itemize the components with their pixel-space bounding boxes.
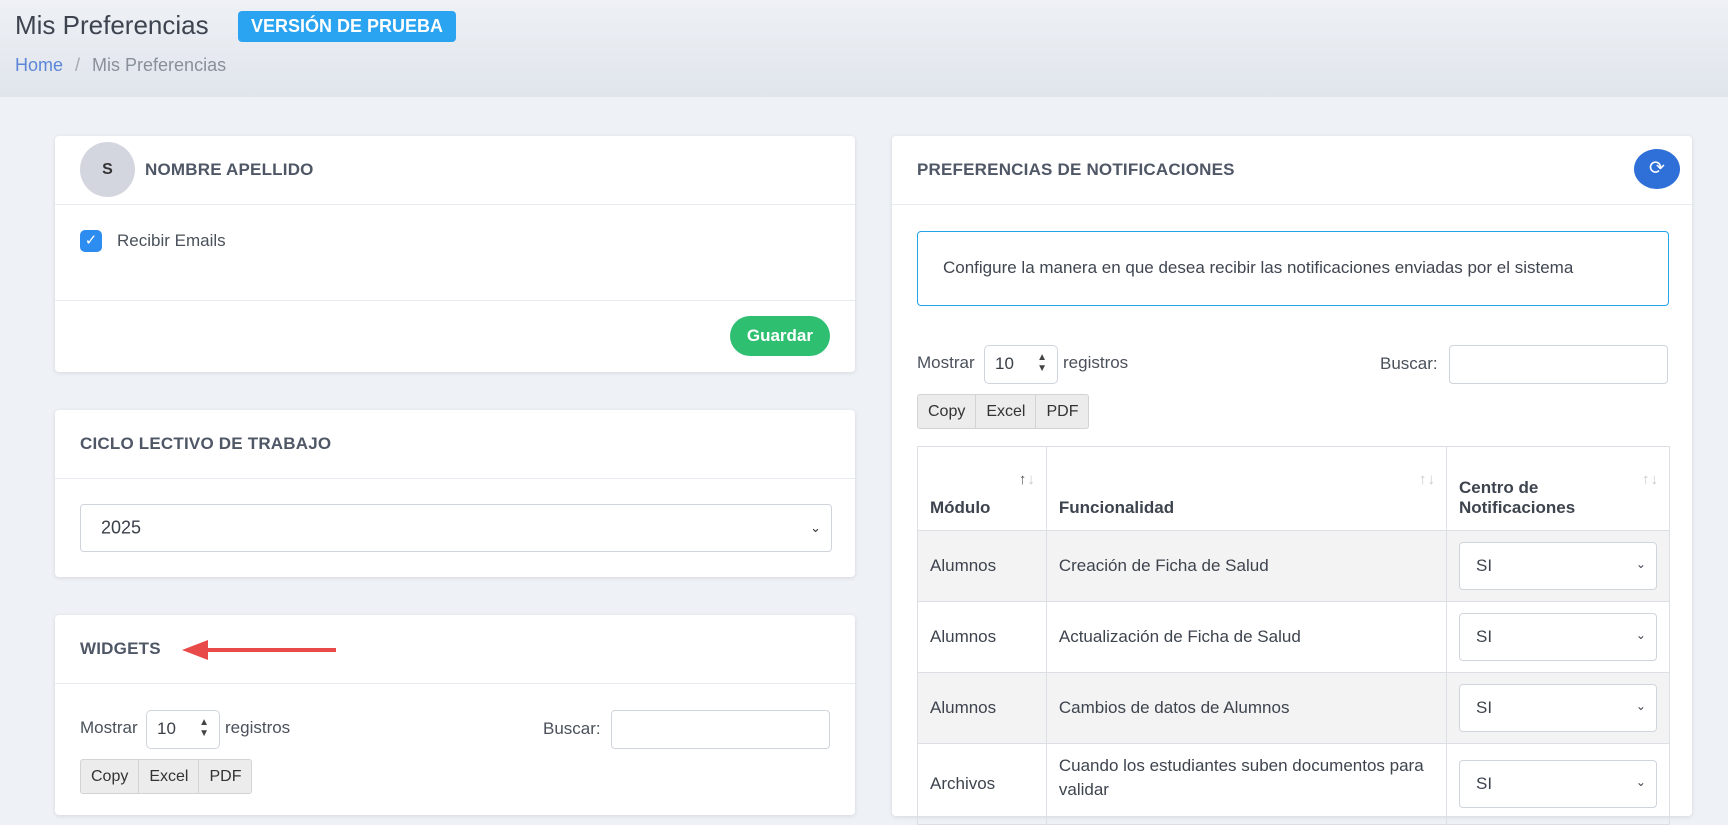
column-header-label: Módulo [930,498,991,517]
save-button[interactable]: Guardar [729,316,830,356]
cell-modulo: Alumnos [917,601,1047,673]
cell-centro: SI ⌄ [1445,672,1671,744]
column-header-funcionalidad[interactable]: Funcionalidad ↑↓ [1045,446,1447,531]
cell-funcionalidad: Cuando los estudiantes suben documentos … [1045,743,1447,825]
centro-select-value: SI [1475,698,1493,717]
notifications-card: PREFERENCIAS DE NOTIFICACIONES ⟳ Configu… [892,136,1692,825]
widgets-copy-button[interactable]: Copy [80,759,140,794]
notif-search-label: Buscar: [1380,354,1438,373]
ciclo-card-header: CICLO LECTIVO DE TRABAJO [55,410,855,479]
spinner-icon: ▲ ▼ [199,717,209,739]
chevron-down-icon: ⌄ [1635,699,1646,713]
cell-centro: SI ⌄ [1445,743,1671,825]
widgets-card-title: WIDGETS [80,639,161,658]
notif-show-label: Mostrar [917,353,975,372]
cell-centro: SI ⌄ [1445,601,1671,673]
widgets-card: WIDGETS Mostrar 10 ▲ ▼ registros Buscar: … [55,615,855,815]
ciclo-select[interactable]: 2025 ⌄ [80,504,832,552]
chevron-down-icon: ⌄ [1635,557,1646,571]
notif-records-label: registros [1063,353,1129,372]
widgets-card-header: WIDGETS [55,615,855,684]
notif-export-buttons: Copy Excel PDF [917,394,1090,429]
cell-funcionalidad: Creación de Ficha de Salud [1045,530,1447,602]
notif-page-length-select[interactable]: 10 ▲ ▼ [984,345,1058,384]
notif-search-input[interactable] [1449,345,1668,384]
ciclo-lectivo-card: CICLO LECTIVO DE TRABAJO 2025 ⌄ [55,410,855,577]
avatar: S [80,142,135,197]
notif-page-length-value: 10 [995,354,1014,373]
check-icon: ✓ [84,232,98,249]
widgets-records-label: registros [225,718,291,737]
widgets-show-label: Mostrar [80,718,138,737]
breadcrumb-separator: / [75,55,81,75]
notifications-card-header: PREFERENCIAS DE NOTIFICACIONES ⟳ [892,136,1692,205]
widgets-page-length-value: 10 [157,719,176,738]
breadcrumb: Home / Mis Preferencias [15,55,226,76]
widgets-search-input[interactable] [611,710,830,749]
notifications-table: Módulo ↑↓ Funcionalidad ↑↓ Centro de Not… [917,446,1671,825]
info-alert: Configure la manera en que desea recibir… [917,231,1669,306]
notif-excel-button[interactable]: Excel [975,394,1037,429]
ciclo-select-value: 2025 [101,517,142,538]
widgets-page-length-select[interactable]: 10 ▲ ▼ [146,710,220,749]
table-row: Alumnos Cambios de datos de Alumnos SI ⌄ [917,672,1671,744]
table-row: Alumnos Actualización de Ficha de Salud … [917,601,1671,673]
cell-funcionalidad: Actualización de Ficha de Salud [1045,601,1447,673]
table-row: Archivos Cuando los estudiantes suben do… [917,743,1671,825]
chevron-down-icon: ⌄ [810,520,821,535]
sort-icon: ↑↓ [1018,471,1036,488]
column-header-centro[interactable]: Centro de Notificaciones ↑↓ [1445,446,1671,531]
user-card-footer: Guardar [55,301,855,373]
breadcrumb-current: Mis Preferencias [92,55,227,75]
centro-select-value: SI [1475,774,1493,793]
centro-select[interactable]: SI ⌄ [1458,760,1657,808]
centro-select-value: SI [1475,556,1493,575]
cell-funcionalidad: Cambios de datos de Alumnos [1045,672,1447,744]
receive-emails-checkbox[interactable]: ✓ [80,230,102,252]
sort-icon: ↑↓ [1418,471,1436,488]
trial-badge: VERSIÓN DE PRUEBA [238,11,457,42]
breadcrumb-home-link[interactable]: Home [15,55,63,75]
page-header: Mis Preferencias VERSIÓN DE PRUEBA Home /… [0,0,1728,97]
notif-pdf-button[interactable]: PDF [1035,394,1090,429]
centro-select[interactable]: SI ⌄ [1458,613,1657,661]
receive-emails-label: Recibir Emails [117,231,226,250]
spinner-icon: ▲ ▼ [1037,352,1047,374]
sort-icon: ↑↓ [1642,471,1659,488]
cell-modulo: Alumnos [917,530,1047,602]
refresh-icon: ⟳ [1649,158,1665,179]
user-name: NOMBRE APELLIDO [145,160,314,179]
table-header-row: Módulo ↑↓ Funcionalidad ↑↓ Centro de Not… [917,446,1671,531]
user-card: S NOMBRE APELLIDO ✓ Recibir Emails Guard… [55,136,855,372]
cell-modulo: Alumnos [917,672,1047,744]
chevron-down-icon: ⌄ [1635,628,1646,642]
widgets-search-label: Buscar: [543,719,601,738]
ciclo-card-title: CICLO LECTIVO DE TRABAJO [80,434,332,453]
table-row: Alumnos Creación de Ficha de Salud SI ⌄ [917,530,1671,602]
cell-modulo: Archivos [917,743,1047,825]
column-header-label: Funcionalidad [1058,498,1175,517]
refresh-button[interactable]: ⟳ [1634,149,1680,189]
annotation-arrow-icon [182,640,336,660]
centro-select[interactable]: SI ⌄ [1458,542,1657,590]
widgets-pdf-button[interactable]: PDF [198,759,253,794]
centro-select[interactable]: SI ⌄ [1458,684,1657,732]
page-title: Mis Preferencias [15,10,209,40]
user-card-header: S NOMBRE APELLIDO [55,136,855,205]
column-header-label: Centro de Notificaciones [1458,478,1576,517]
user-card-body: ✓ Recibir Emails [55,205,855,301]
widgets-export-buttons: Copy Excel PDF [80,759,253,794]
centro-select-value: SI [1475,627,1493,646]
cell-centro: SI ⌄ [1445,530,1671,602]
chevron-down-icon: ⌄ [1635,775,1646,789]
notifications-card-title: PREFERENCIAS DE NOTIFICACIONES [917,160,1235,179]
widgets-excel-button[interactable]: Excel [138,759,200,794]
column-header-modulo[interactable]: Módulo ↑↓ [917,446,1047,531]
notif-copy-button[interactable]: Copy [917,394,977,429]
info-alert-text: Configure la manera en que desea recibir… [943,258,1574,277]
